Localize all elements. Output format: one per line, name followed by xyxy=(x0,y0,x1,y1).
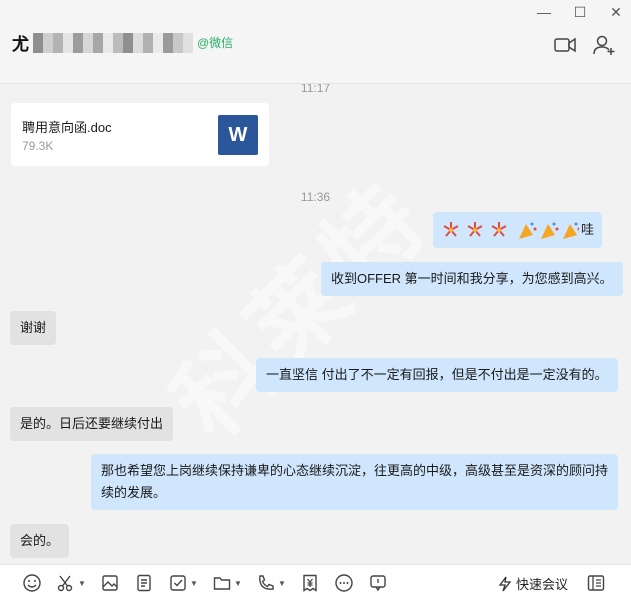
message-bubble-received[interactable]: 是的。日后还要继续付出 xyxy=(10,407,174,441)
chevron-down-icon[interactable]: ▼ xyxy=(190,579,198,588)
message-text: 谢谢 xyxy=(20,320,47,335)
checkbox-icon xyxy=(170,575,186,591)
message-bubble-emoji[interactable]: 哇 xyxy=(433,212,603,248)
message-bubble-received[interactable]: 会的。 xyxy=(10,524,70,558)
message-list[interactable]: 科莱特 11:17 聘用意向函.doc 79.3K W 11:36 哇 收到OF… xyxy=(0,84,631,564)
more-button[interactable] xyxy=(334,573,354,593)
input-toolbar: ▼ ▼ ▼ ▼ 快速会议 xyxy=(0,564,631,600)
video-call-icon[interactable] xyxy=(553,34,577,56)
timestamp: 11:36 xyxy=(300,190,331,204)
more-icon xyxy=(335,574,353,592)
transfer-button[interactable] xyxy=(300,573,320,593)
file-size: 79.3K xyxy=(22,139,54,153)
lightning-icon xyxy=(498,576,512,591)
voice-call-button[interactable]: ▼ xyxy=(256,573,286,593)
emoji-button[interactable] xyxy=(22,573,42,593)
message-text: 哇 xyxy=(581,222,595,237)
maximize-button[interactable]: ☐ xyxy=(566,2,594,22)
chat-bubble-icon xyxy=(370,575,386,592)
contact-title: 尤 @微信 xyxy=(12,30,233,55)
close-button[interactable]: ✕ xyxy=(602,2,630,22)
task-button[interactable]: ▼ xyxy=(168,573,198,593)
scissors-icon xyxy=(57,575,73,592)
message-text: 是的。日后还要继续付出 xyxy=(20,416,164,431)
word-file-icon: W xyxy=(218,115,258,155)
emoji-icon xyxy=(23,574,41,592)
chat-header: — ☐ ✕ 尤 @微信 xyxy=(0,0,631,84)
document-button[interactable] xyxy=(134,573,154,593)
quick-meeting-label: 快速会议 xyxy=(516,577,569,592)
sidebar-panel-icon xyxy=(587,575,605,591)
document-icon xyxy=(137,574,151,592)
timestamp: 11:17 xyxy=(300,84,331,95)
image-button[interactable] xyxy=(100,573,120,593)
live-button[interactable] xyxy=(368,573,388,593)
wechat-tag: @微信 xyxy=(197,36,234,50)
message-bubble-sent[interactable]: 一直坚信 付出了不一定有回报，但是不付出是一定没有的。 xyxy=(256,358,618,392)
message-bubble-sent[interactable]: 那也希望您上岗继续保持谦卑的心态继续沉淀，往更高的中级，高级甚至是资深的顾问持续… xyxy=(91,454,618,510)
chevron-down-icon[interactable]: ▼ xyxy=(234,579,242,588)
file-name: 聘用意向函.doc xyxy=(22,120,112,135)
message-bubble-received[interactable]: 谢谢 xyxy=(10,311,57,345)
yuan-transfer-icon xyxy=(303,574,317,592)
image-icon xyxy=(102,575,118,591)
sidebar-toggle-button[interactable] xyxy=(586,573,606,593)
add-member-icon[interactable] xyxy=(592,34,616,56)
message-text: 收到OFFER 第一时间和我分享，为您感到高兴。 xyxy=(331,271,613,286)
chevron-down-icon[interactable]: ▼ xyxy=(278,579,286,588)
phone-icon xyxy=(259,575,274,590)
fireworks-party-emoji-icons xyxy=(443,222,579,239)
message-text: 那也希望您上岗继续保持谦卑的心态继续沉淀，往更高的中级，高级甚至是资深的顾问持续… xyxy=(101,463,609,500)
file-message-card[interactable]: 聘用意向函.doc 79.3K W xyxy=(11,103,269,166)
redacted-name-mosaic xyxy=(33,32,193,53)
message-text: 会的。 xyxy=(20,533,60,548)
quick-meeting-button[interactable]: 快速会议 xyxy=(498,574,568,593)
message-bubble-sent[interactable]: 收到OFFER 第一时间和我分享，为您感到高兴。 xyxy=(321,262,623,296)
contact-name: 尤 xyxy=(12,35,29,54)
screenshot-button[interactable]: ▼ xyxy=(56,573,86,593)
folder-icon xyxy=(213,577,231,590)
message-text: 一直坚信 付出了不一定有回报，但是不付出是一定没有的。 xyxy=(266,367,608,382)
chevron-down-icon[interactable]: ▼ xyxy=(78,579,86,588)
minimize-button[interactable]: — xyxy=(530,2,558,22)
folder-button[interactable]: ▼ xyxy=(212,573,242,593)
